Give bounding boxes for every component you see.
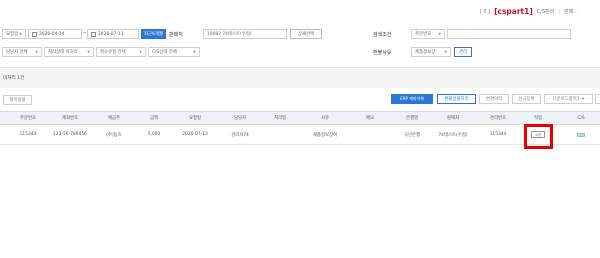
detail-select-button[interactable]: 상세선택 xyxy=(290,29,322,39)
cell-account: 123-56-789456 xyxy=(53,132,87,137)
header-process-date[interactable]: 처리일 xyxy=(262,112,298,124)
recent-6-months-button[interactable]: 최근6개월 xyxy=(141,29,166,39)
chevron-down-icon: ▼ xyxy=(193,50,196,54)
cell-process-date xyxy=(262,125,298,144)
header-request-date[interactable]: 요청일 xyxy=(175,112,215,124)
cell-seller: 74테스트(수정) xyxy=(438,132,468,138)
end-date-field[interactable]: 2026-07-13 xyxy=(87,29,139,39)
start-date-value: 2026-04-14 xyxy=(39,31,65,37)
cell-memo xyxy=(350,125,390,144)
cell-reason: 제품정보상이 xyxy=(312,132,338,138)
cancel-type-value: 취소유형 전체 xyxy=(100,50,126,55)
cell-order-no: 115344 xyxy=(19,132,37,137)
result-summary-bar: 미처리 1건 xyxy=(0,68,600,88)
header-bank[interactable]: 은행명 xyxy=(395,112,429,124)
refund-reason-select[interactable]: 제품정보상 ▼ xyxy=(411,47,451,57)
menu-cs[interactable]: C/S관리 xyxy=(537,8,555,15)
column-settings-button[interactable]: 항목설정 xyxy=(3,95,32,105)
table-header: 주문번호 계좌번호 예금주 금액 요청일 담당자 처리일 사유 메모 은행명 판… xyxy=(0,111,600,125)
status-select[interactable]: 처리상태 미처리 ▼ xyxy=(44,47,94,57)
cell-manage-no: 115344 xyxy=(489,132,507,137)
cell-holder: (주)팀즈 xyxy=(106,132,122,138)
search-input[interactable] xyxy=(447,29,571,39)
header-memo[interactable]: 메모 xyxy=(350,112,390,124)
erp-transfer-button[interactable]: ERP 계좌이체 xyxy=(391,94,433,104)
status-value: 처리상태 미처리 xyxy=(48,50,78,55)
seller-input[interactable]: 10082 74테스트(수정) xyxy=(203,29,287,39)
cs-status-icon[interactable] xyxy=(577,132,585,137)
chevron-down-icon: ▼ xyxy=(438,32,441,36)
seller-label: 판매처 xyxy=(169,32,183,38)
header-order-no[interactable]: 주문번호 xyxy=(10,112,46,124)
header-action[interactable]: 작업 xyxy=(525,112,551,124)
chevron-down-icon: ▼ xyxy=(87,50,90,54)
header-manager[interactable]: 담당자 xyxy=(222,112,258,124)
chevron-down-icon: ▼ xyxy=(444,50,447,54)
divider: | xyxy=(558,8,561,15)
header-reason[interactable]: 사유 xyxy=(305,112,345,124)
header-manage-no[interactable]: 관리번호 xyxy=(478,112,518,124)
top-bar: [ 0 ] [cspart1] C/S관리 | 판매... xyxy=(0,0,600,24)
cs-status-value: C/S상태 전체 xyxy=(152,50,177,55)
chevron-down-icon: ▼ xyxy=(139,50,142,54)
header-holder[interactable]: 예금주 xyxy=(100,112,128,124)
menu-sales[interactable]: 판매... xyxy=(564,8,578,15)
cell-manager: 관리자74 xyxy=(231,132,249,138)
highlight-box xyxy=(524,124,553,149)
change-history-button[interactable]: 변경이력 xyxy=(479,94,509,104)
header-amount[interactable]: 금액 xyxy=(140,112,168,124)
refund-batch-button[interactable]: 환불일괄처리 xyxy=(437,94,476,104)
end-date-value: 2026-07-13 xyxy=(98,31,124,37)
chevron-down-icon: ▼ xyxy=(35,50,38,54)
header-cs[interactable]: C/S xyxy=(570,112,592,124)
refund-reason-value: 제품정보상 xyxy=(415,50,436,55)
search-condition-label: 검색조건 xyxy=(373,32,392,38)
download-select[interactable]: 다운로드항목1 ▼ xyxy=(544,94,593,104)
chevron-down-icon: ▼ xyxy=(581,97,585,101)
refund-reason-label: 환불사유 xyxy=(373,50,392,56)
new-register-button[interactable]: 신규등록 xyxy=(512,94,541,104)
date-type-select[interactable]: 요청일 ▼ xyxy=(2,29,26,39)
cell-request-date: 2026-07-13 xyxy=(182,132,208,137)
notification-count[interactable]: [ 0 ] xyxy=(480,9,490,15)
cell-amount: 5,000 xyxy=(147,132,161,137)
calendar-icon xyxy=(91,31,96,37)
cell-bank: 국민은행 xyxy=(403,132,421,138)
table-row[interactable]: 115344 123-56-789456 (주)팀즈 5,000 2026-07… xyxy=(0,125,600,145)
cell-cs xyxy=(570,125,592,144)
start-date-field[interactable]: 2026-04-14 xyxy=(28,29,82,39)
overflow-button[interactable] xyxy=(595,94,600,104)
manager-select[interactable]: 담당자 전체 ▼ xyxy=(2,47,42,57)
filter-panel: 요청일 ▼ 2026-04-14 ~ 2026-07-13 최근6개월 판매처 … xyxy=(0,24,600,68)
download-value: 다운로드항목1 xyxy=(552,97,580,102)
header-account[interactable]: 계좌번호 xyxy=(50,112,90,124)
search-type-value: 주문번호 xyxy=(415,32,432,37)
manager-value: 담당자 전체 xyxy=(6,50,28,55)
manage-reasons-button[interactable]: 관리 xyxy=(454,47,472,57)
cancel-type-select[interactable]: 취소유형 전체 ▼ xyxy=(96,47,146,57)
header-seller[interactable]: 판매처 xyxy=(433,112,473,124)
calendar-icon xyxy=(32,31,37,37)
chevron-down-icon: ▼ xyxy=(19,32,22,36)
unprocessed-count: 미처리 1건 xyxy=(3,76,25,81)
date-type-value: 요청일 xyxy=(6,32,19,37)
erp-transfer-label: ERP 계좌이체 xyxy=(400,96,424,101)
brand-account[interactable]: [cspart1] xyxy=(494,7,533,16)
account-info: [ 0 ] [cspart1] C/S관리 | 판매... xyxy=(480,7,578,16)
seller-value: 10082 74테스트(수정) xyxy=(207,32,252,37)
search-type-select[interactable]: 주문번호 ▼ xyxy=(411,29,445,39)
cs-status-select[interactable]: C/S상태 전체 ▼ xyxy=(148,47,200,57)
